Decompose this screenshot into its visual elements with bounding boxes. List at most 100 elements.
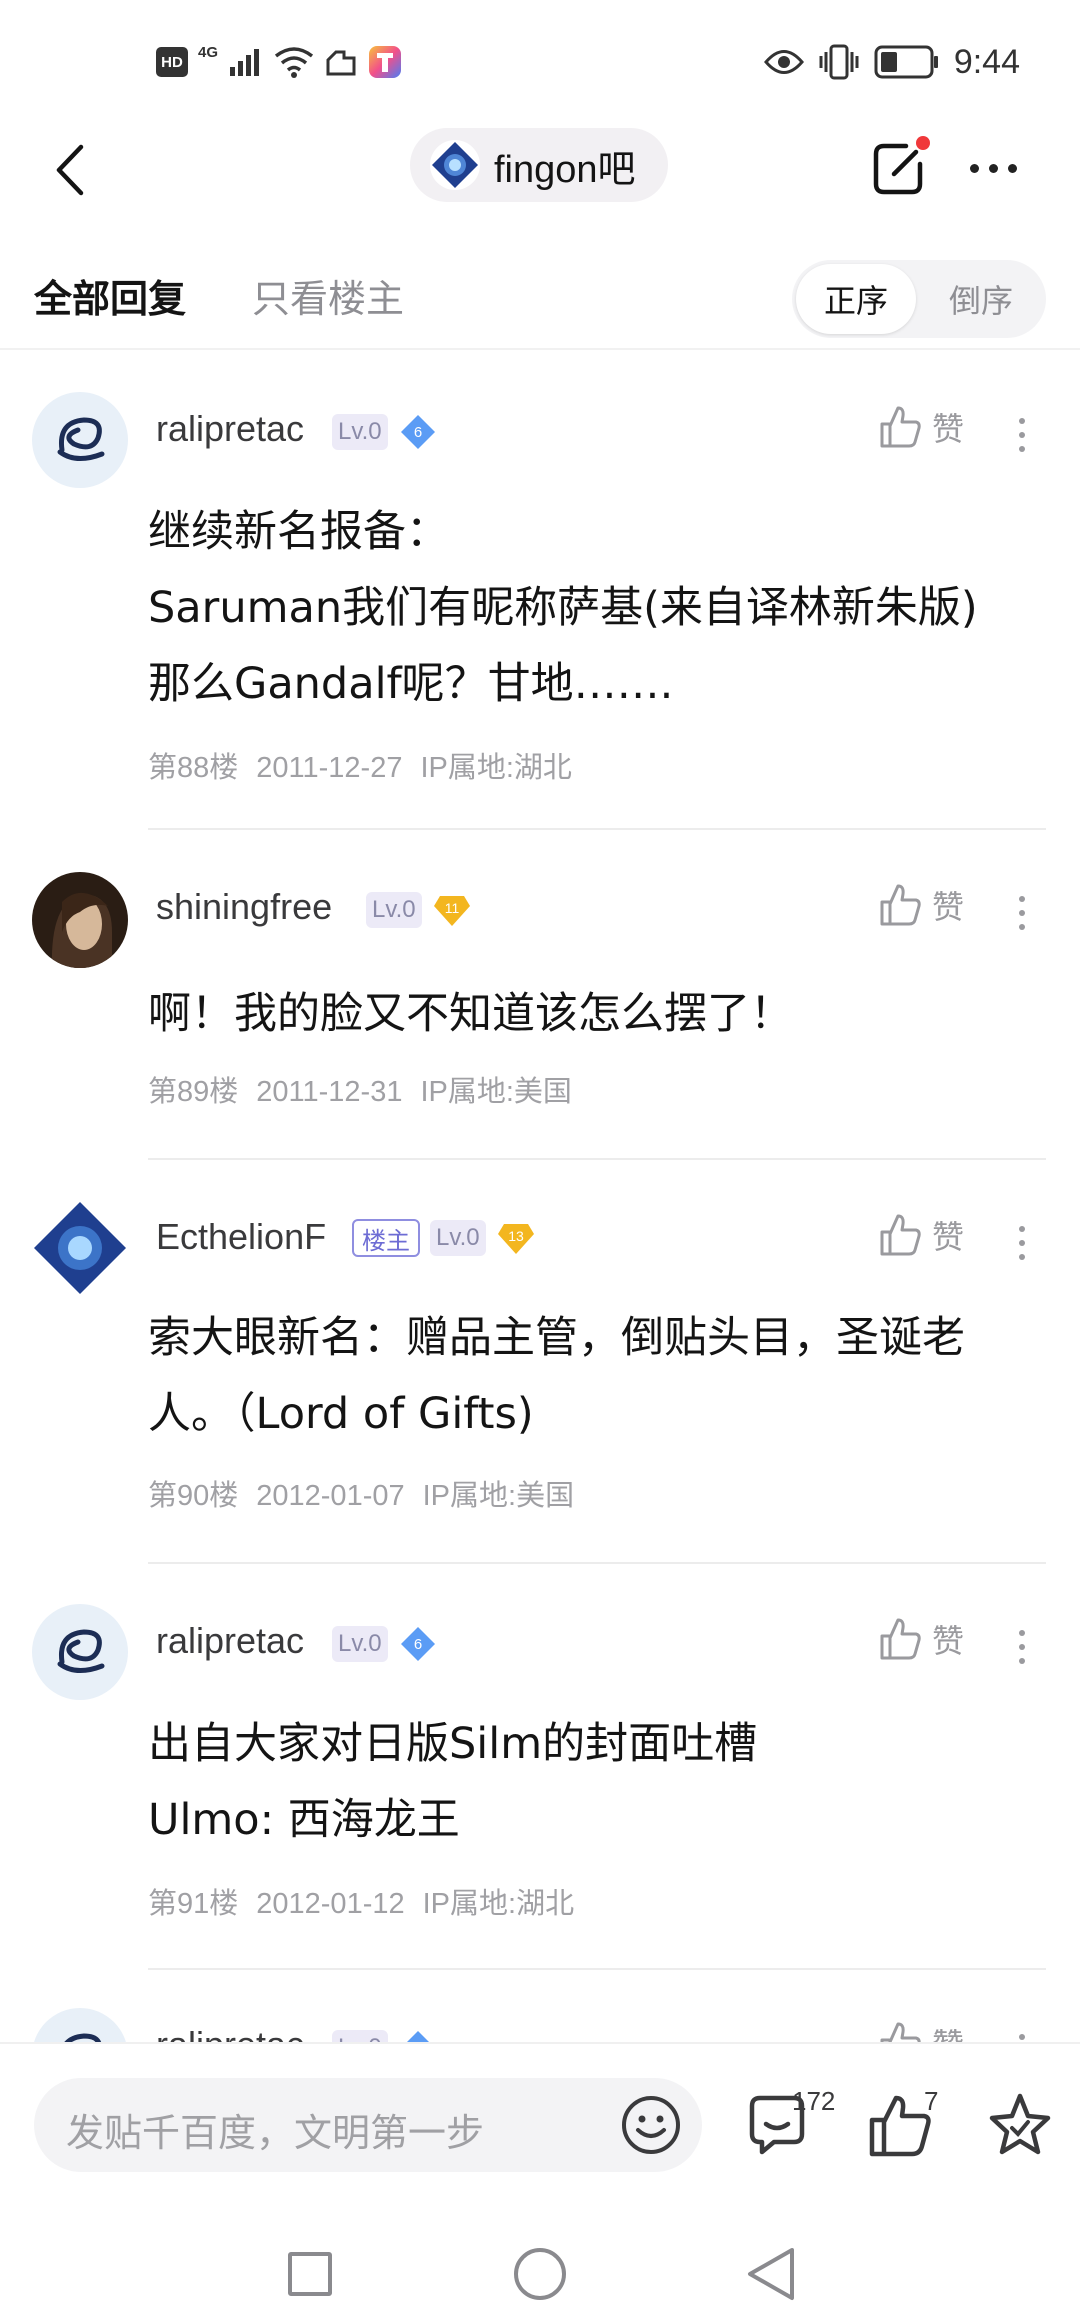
like-label: 赞 <box>932 1622 965 1660</box>
thumbs-up-icon <box>880 1618 921 1660</box>
recent-apps-button[interactable] <box>288 2252 332 2296</box>
like-button[interactable]: 赞 <box>878 1616 964 1662</box>
ip-location: IP属地:美国 <box>420 1076 572 1108</box>
level-badge: Lv.0 <box>332 2030 388 2042</box>
forum-logo <box>430 140 480 190</box>
avatar[interactable] <box>32 872 128 968</box>
sort-descending-button[interactable]: 倒序 <box>920 264 1042 334</box>
divider <box>148 1968 1046 1970</box>
reply-content: 出自大家对日版Silm的封面吐槽 Ulmo: 西海龙王 <box>148 1719 758 1845</box>
favorite-button[interactable] <box>980 2086 1060 2166</box>
more-vertical-icon <box>1019 1630 1025 1636</box>
battery-icon <box>874 45 938 79</box>
emoji-icon <box>622 2096 680 2154</box>
floor-number: 第89楼 <box>148 1076 239 1108</box>
floor-number: 第90楼 <box>148 1480 239 1512</box>
thumbs-up-icon <box>880 406 921 448</box>
reply-date: 2012-01-12 <box>256 1888 405 1920</box>
system-back-icon[interactable] <box>744 2246 798 2302</box>
app-notification-icon <box>369 46 402 78</box>
vibrate-icon <box>819 44 859 80</box>
reply-filter-bar: 全部回复 只看楼主 正序 倒序 <box>0 240 1080 350</box>
signal-icon <box>230 49 260 76</box>
level-badge: Lv.0 <box>332 414 388 450</box>
sort-order-toggle: 正序 倒序 <box>792 260 1046 338</box>
tab-op-only[interactable]: 只看楼主 <box>252 268 404 323</box>
star-icon <box>989 2093 1051 2155</box>
sort-ascending-button[interactable]: 正序 <box>796 264 916 334</box>
username[interactable]: ralipretac <box>156 2024 304 2042</box>
username[interactable]: ralipretac <box>156 408 304 450</box>
like-button[interactable]: 赞 <box>878 2020 964 2042</box>
divider <box>148 1158 1046 1160</box>
wifi-icon <box>274 47 314 78</box>
username[interactable]: EcthelionF <box>156 1216 326 1258</box>
back-button[interactable] <box>40 140 100 200</box>
bottom-action-bar: 发贴千百度，文明第一步 172 7 <box>0 2042 1080 2208</box>
avatar[interactable] <box>32 1604 128 1700</box>
status-bar: HD 4G 9:44 <box>0 0 1080 120</box>
reply-more-button[interactable] <box>1002 1218 1042 1268</box>
username[interactable]: ralipretac <box>156 1620 304 1662</box>
like-label: 赞 <box>932 410 965 448</box>
reply-more-button[interactable] <box>1002 1622 1042 1672</box>
reply-content: 继续新名报备： Saruman我们有昵称萨基(来自译林新朱版) 那么Gandal… <box>148 507 978 709</box>
forum-entry[interactable]: fingon吧 <box>410 128 668 202</box>
thumbs-up-icon <box>880 884 921 926</box>
hd-indicator: HD <box>156 47 188 77</box>
reply-date: 2012-01-07 <box>256 1480 405 1512</box>
svg-text:6: 6 <box>413 1636 421 1653</box>
clock: 9:44 <box>953 42 1020 81</box>
gem-badge-icon: 6 <box>400 415 435 449</box>
system-navigation-bar <box>0 2208 1080 2310</box>
avatar[interactable] <box>32 2008 128 2042</box>
gem-badge-icon: 13 <box>497 1224 534 1254</box>
emoji-button[interactable] <box>618 2092 684 2158</box>
reply-meta: 第88楼 2011-12-27 IP属地:湖北 <box>148 744 590 786</box>
home-button[interactable] <box>514 2248 566 2300</box>
divider <box>148 1562 1046 1564</box>
forum-name: fingon吧 <box>494 148 636 191</box>
host-badge: 楼主 <box>352 1219 420 1257</box>
svg-text:6: 6 <box>413 424 421 441</box>
more-vertical-icon <box>1019 2034 1025 2040</box>
comment-count: 172 <box>792 2086 836 2116</box>
divider <box>148 828 1046 830</box>
network-type: 4G <box>198 44 219 61</box>
svg-text:13: 13 <box>508 1228 524 1244</box>
like-button[interactable]: 赞 <box>878 1212 964 1258</box>
tab-all-replies[interactable]: 全部回复 <box>34 268 186 323</box>
floor-number: 第88楼 <box>148 752 239 784</box>
level-badge: Lv.0 <box>332 1626 388 1662</box>
reply-more-button[interactable] <box>1002 410 1042 460</box>
gem-badge-icon: 6 <box>406 2031 429 2042</box>
reply-input[interactable]: 发贴千百度，文明第一步 <box>34 2078 702 2172</box>
more-options-button[interactable] <box>960 140 1026 196</box>
more-vertical-icon <box>1019 1226 1025 1232</box>
more-vertical-icon <box>1019 896 1025 902</box>
reply-more-button[interactable] <box>1002 888 1042 938</box>
chevron-left-icon <box>56 144 84 196</box>
reply-more-button[interactable] <box>1002 2026 1042 2042</box>
reply-date: 2011-12-31 <box>256 1076 403 1108</box>
like-count: 7 <box>924 2086 939 2116</box>
like-label: 赞 <box>932 888 965 926</box>
avatar[interactable] <box>32 392 128 488</box>
reply-meta: 第91楼 2012-01-12 IP属地:湖北 <box>148 1880 592 1922</box>
reply-meta: 第90楼 2012-01-07 IP属地:美国 <box>148 1472 592 1514</box>
reply-content: 啊！我的脸又不知道该怎么摆了！ <box>148 989 793 1039</box>
like-button[interactable]: 赞 <box>878 882 964 928</box>
top-navigation: fingon吧 <box>0 120 1080 220</box>
avatar[interactable] <box>32 1200 128 1296</box>
gem-badge-icon: 11 <box>433 896 470 926</box>
more-vertical-icon <box>1019 418 1025 424</box>
like-button[interactable]: 赞 <box>878 404 964 450</box>
username[interactable]: shiningfree <box>156 886 332 928</box>
edit-icon <box>873 136 930 195</box>
ip-location: IP属地:湖北 <box>422 1888 575 1920</box>
svg-text:11: 11 <box>444 900 459 916</box>
notification-icon <box>326 50 356 76</box>
reply-list: ralipretac Lv.0 6 赞 继续新名报备： Saruman我们有昵称… <box>0 352 1080 2042</box>
level-badge: Lv.0 <box>366 892 422 928</box>
write-post-button[interactable] <box>866 134 932 200</box>
